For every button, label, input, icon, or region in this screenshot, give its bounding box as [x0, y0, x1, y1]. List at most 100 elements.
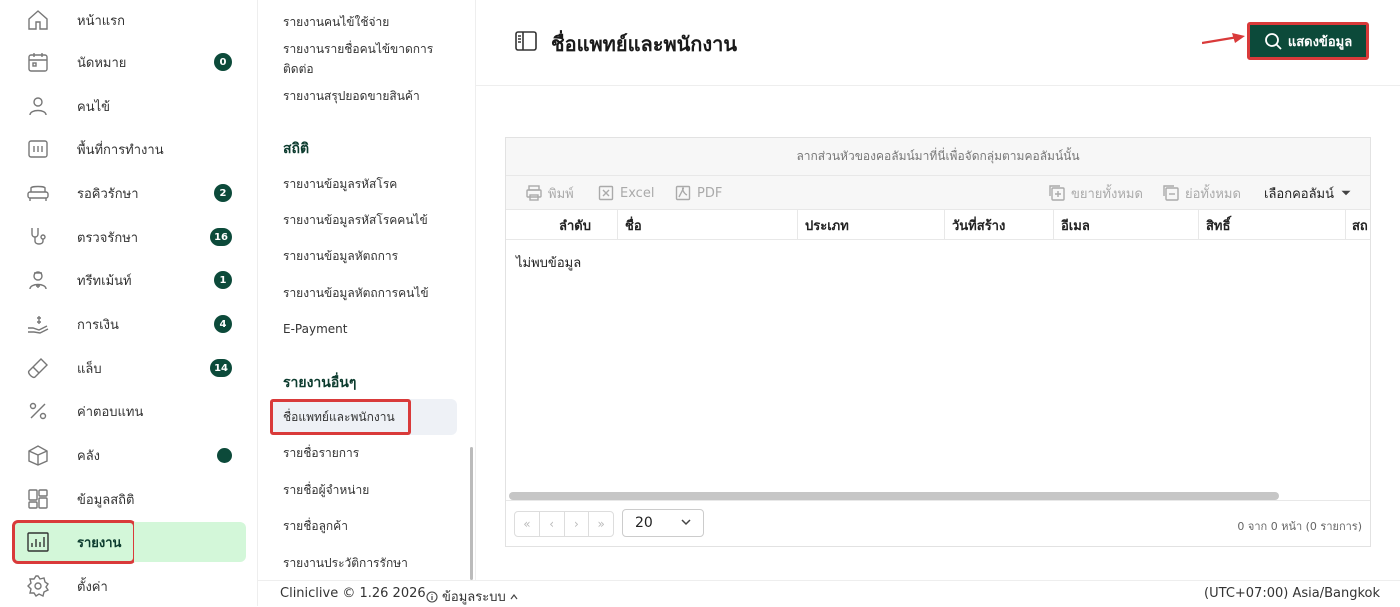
pdf-button[interactable]: PDF	[675, 176, 722, 210]
sidebar-item-label: คลัง	[77, 448, 101, 464]
horizontal-scrollbar[interactable]	[509, 492, 1279, 500]
collapse-all-button[interactable]: ย่อทั้งหมด	[1163, 176, 1241, 210]
print-label: พิมพ์	[548, 186, 574, 202]
sidebar-item-waiting-queue[interactable]: รอคิวรักษา 2	[14, 173, 246, 213]
report-chart-icon	[26, 530, 50, 554]
count-badge: 14	[210, 359, 232, 377]
stethoscope-icon	[26, 225, 50, 249]
submenu-link-sales-summary[interactable]: รายงานสรุปยอดขายสินค้า	[283, 86, 463, 106]
sidebar-item-settings[interactable]: ตั้งค่า	[14, 566, 246, 606]
gear-icon	[26, 574, 50, 598]
submenu-link-lost-contact[interactable]: รายงานรายชื่อคนไข้ขาดการติดต่อ	[283, 39, 458, 79]
chevron-down-icon	[681, 519, 691, 526]
sidebar: หน้าแรก นัดหมาย 0 คนไข้ พื้นที่การทำงาน …	[0, 0, 258, 606]
submenu-link-treatment-history[interactable]: รายงานประวัติการรักษา	[283, 553, 463, 573]
submenu-link-doctors-staff[interactable]: ชื่อแพทย์และพนักงาน	[283, 407, 463, 427]
info-icon	[426, 590, 438, 603]
sidebar-item-reports[interactable]: รายงาน	[12, 520, 136, 564]
sidebar-item-workspace[interactable]: พื้นที่การทำงาน	[14, 129, 246, 169]
submenu-link-item-list[interactable]: รายชื่อรายการ	[283, 443, 463, 463]
sidebar-item-appointments[interactable]: นัดหมาย 0	[14, 42, 246, 82]
calendar-icon	[26, 50, 50, 74]
sidebar-item-label: คนไข้	[77, 99, 111, 115]
collapse-icon	[1163, 185, 1179, 201]
excel-icon	[598, 185, 614, 201]
submenu-link-suppliers[interactable]: รายชื่อผู้จำหน่าย	[283, 480, 463, 500]
chevron-up-icon	[510, 593, 518, 599]
sidebar-item-label: ข้อมูลสถิติ	[77, 492, 135, 508]
search-icon	[1264, 33, 1282, 50]
page-size-value: 20	[635, 515, 653, 531]
column-header-created-date[interactable]: วันที่สร้าง	[945, 210, 1054, 240]
column-header-permission[interactable]: สิทธิ์	[1199, 210, 1346, 240]
group-panel[interactable]: ลากส่วนหัวของคอลัมน์มาที่นี่เพื่อจัดกลุ่…	[506, 138, 1370, 176]
data-grid: ลากส่วนหัวของคอลัมน์มาที่นี่เพื่อจัดกลุ่…	[505, 137, 1371, 547]
sidebar-item-label: ตั้งค่า	[77, 579, 108, 595]
column-header-name[interactable]: ชื่อ	[618, 210, 798, 240]
expand-all-label: ขยายทั้งหมด	[1071, 186, 1143, 202]
sidebar-item-treatment[interactable]: ทรีทเม้นท์ 1	[14, 260, 246, 300]
home-icon	[26, 8, 50, 32]
column-header-type[interactable]: ประเภท	[798, 210, 945, 240]
submenu-section-other-reports: รายงานอื่นๆ	[283, 375, 357, 391]
column-header-email[interactable]: อีเมล	[1054, 210, 1199, 240]
submenu-link-procedures[interactable]: รายงานข้อมูลหัตถการ	[283, 246, 463, 266]
last-page-button[interactable]: »	[589, 512, 613, 536]
column-header-order[interactable]: ลำดับ	[506, 210, 618, 240]
sidebar-item-label: หน้าแรก	[77, 13, 125, 29]
next-page-button[interactable]: ›	[565, 512, 590, 536]
count-badge: 0	[214, 53, 232, 71]
sidebar-item-lab[interactable]: แล็บ 14	[14, 348, 246, 388]
page-size-select[interactable]: 20	[622, 509, 704, 537]
sidebar-item-finance[interactable]: การเงิน 4	[14, 304, 246, 344]
submenu-link-customers[interactable]: รายชื่อลูกค้า	[283, 516, 463, 536]
submenu-link-e-payment[interactable]: E-Payment	[283, 319, 463, 339]
box-icon	[26, 443, 50, 467]
submenu-link-disease-code[interactable]: รายงานข้อมูลรหัสโรค	[283, 174, 463, 194]
submenu-link-patient-disease-code[interactable]: รายงานข้อมูลรหัสโรคคนไข้	[283, 210, 463, 230]
page-title: ชื่อแพทย์และพนักงาน	[551, 32, 738, 56]
sidebar-item-label: พื้นที่การทำงาน	[77, 142, 164, 158]
footer: Cliniclive © 1.26 2026 ข้อมูลระบบ (UTC+0…	[258, 580, 1400, 606]
sidebar-item-patients[interactable]: คนไข้	[14, 86, 246, 126]
show-data-button[interactable]: แสดงข้อมูล	[1247, 22, 1369, 60]
system-info-label: ข้อมูลระบบ	[442, 590, 506, 605]
sidebar-item-label: นัดหมาย	[77, 55, 127, 71]
page-info: 0 จาก 0 หน้า (0 รายการ)	[1237, 520, 1362, 533]
sidebar-toggle-icon[interactable]	[515, 31, 537, 51]
first-page-button[interactable]: «	[515, 512, 540, 536]
print-button[interactable]: พิมพ์	[526, 176, 574, 210]
footer-timezone: (UTC+07:00) Asia/Bangkok	[1204, 586, 1380, 601]
choose-columns-label: เลือกคอลัมน์	[1264, 186, 1335, 202]
count-badge: 2	[214, 184, 232, 202]
sidebar-item-examination[interactable]: ตรวจรักษา 16	[14, 217, 246, 257]
excel-button[interactable]: Excel	[598, 176, 654, 210]
submenu-scrollbar[interactable]	[470, 447, 473, 580]
pager: « ‹ › » 20 0 จาก 0 หน้า (0 รายการ)	[506, 500, 1370, 546]
system-info-button[interactable]: ข้อมูลระบบ	[426, 586, 518, 607]
sidebar-item-inventory[interactable]: คลัง	[14, 435, 246, 475]
no-data-message: ไม่พบข้อมูล	[516, 256, 582, 271]
pdf-icon	[675, 185, 691, 201]
sidebar-item-compensation[interactable]: ค่าตอบแทน	[14, 391, 246, 431]
submenu-link-patient-procedures[interactable]: รายงานข้อมูลหัตถการคนไข้	[283, 283, 463, 303]
expand-icon	[1049, 185, 1065, 201]
expand-all-button[interactable]: ขยายทั้งหมด	[1049, 176, 1143, 210]
choose-columns-button[interactable]: เลือกคอลัมน์	[1264, 176, 1352, 210]
sidebar-item-label: ตรวจรักษา	[77, 230, 139, 246]
sidebar-item-statistics[interactable]: ข้อมูลสถิติ	[14, 479, 246, 519]
test-tube-icon	[26, 356, 50, 380]
prev-page-button[interactable]: ‹	[540, 512, 565, 536]
page-header: ชื่อแพทย์และพนักงาน แสดงข้อมูล	[476, 0, 1400, 86]
sidebar-item-home[interactable]: หน้าแรก	[14, 0, 246, 40]
sofa-icon	[26, 181, 50, 205]
submenu-link-patient-expense[interactable]: รายงานคนไข้ใช้จ่าย	[283, 12, 463, 32]
workspace-icon	[26, 137, 50, 161]
show-data-label: แสดงข้อมูล	[1287, 34, 1353, 50]
sidebar-item-label: ค่าตอบแทน	[77, 404, 144, 420]
grid-toolbar: พิมพ์ Excel PDF ขยายทั้งหมด ย่อทั้งหมด เ…	[506, 176, 1370, 210]
money-hand-icon	[26, 312, 50, 336]
sidebar-item-label: ทรีทเม้นท์	[77, 273, 132, 289]
user-icon	[26, 94, 50, 118]
column-header-status[interactable]: สถ	[1346, 210, 1370, 240]
